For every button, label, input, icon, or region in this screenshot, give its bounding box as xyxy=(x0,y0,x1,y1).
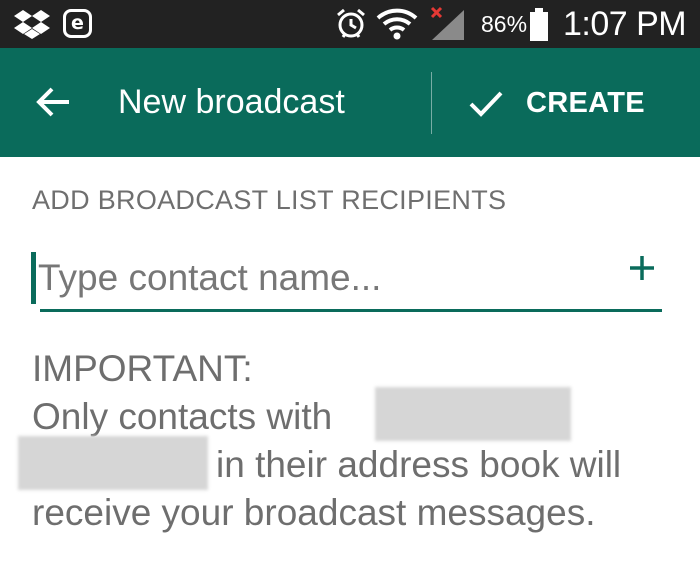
notice-line-1: Only contacts with xyxy=(32,396,333,437)
create-button[interactable]: CREATE xyxy=(462,72,662,134)
app-bar: New broadcast CREATE xyxy=(0,48,700,157)
status-bar: e 86% 1:07 PM xyxy=(0,0,700,48)
dropbox-icon xyxy=(14,9,50,44)
recipients-section-label: ADD BROADCAST LIST RECIPIENTS xyxy=(32,185,507,215)
battery-icon xyxy=(529,8,549,47)
back-arrow-icon[interactable] xyxy=(33,82,73,122)
notice-line-2: in their address book will xyxy=(216,444,622,485)
contact-field xyxy=(30,250,662,312)
notice-heading: IMPORTANT: xyxy=(32,348,253,389)
e-app-icon: e xyxy=(63,9,92,38)
redacted-phone-part-1 xyxy=(375,387,571,441)
app-bar-divider xyxy=(431,72,432,134)
input-underline xyxy=(40,309,662,312)
signal-icon xyxy=(428,6,468,47)
notice-line-3: receive your broadcast messages. xyxy=(32,492,596,533)
add-contact-icon[interactable] xyxy=(622,250,662,290)
alarm-icon xyxy=(336,8,366,45)
text-cursor xyxy=(31,252,36,304)
clock: 1:07 PM xyxy=(563,5,687,43)
wifi-icon xyxy=(376,8,418,45)
redacted-phone-part-2 xyxy=(18,436,208,490)
create-button-label: CREATE xyxy=(526,87,645,119)
check-icon xyxy=(469,91,503,117)
contact-name-input[interactable] xyxy=(38,250,608,306)
battery-percent: 86% xyxy=(481,11,528,37)
page-title: New broadcast xyxy=(118,83,345,121)
